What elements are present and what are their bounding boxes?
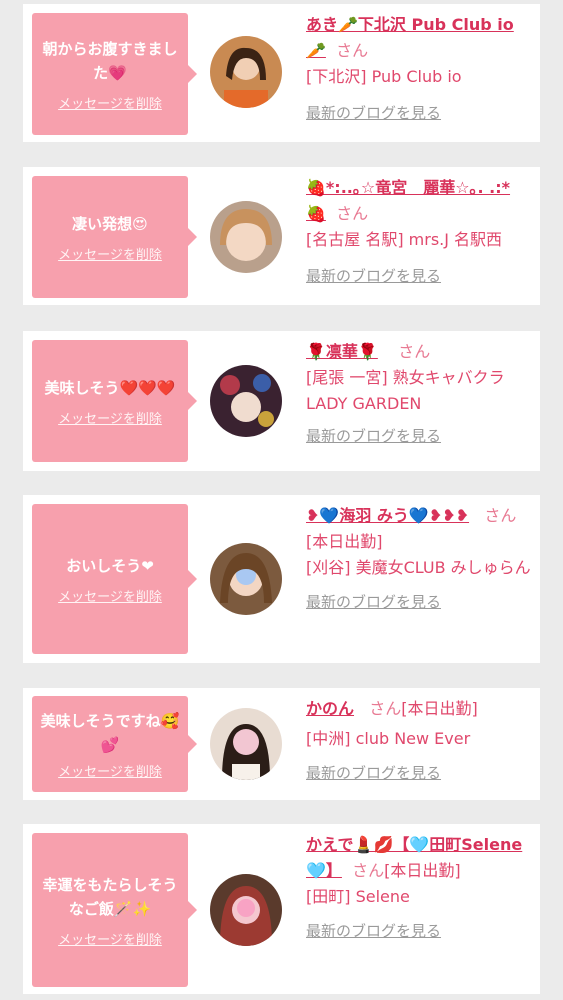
message-bubble: 美味しそうですね🥰💕 メッセージを削除 [32, 696, 197, 792]
message-bubble: 美味しそう❤️❤️❤️ メッセージを削除 [32, 340, 197, 462]
sender-info: あき🥕下北沢 Pub Club io🥕 さん [下北沢] Pub Club io… [306, 12, 532, 126]
delete-message-link[interactable]: メッセージを削除 [58, 244, 162, 263]
sender-info: ❥💙海羽 みう💙❥❥❥ さん[本日出勤] [刈谷] 美魔女CLUB みしゅらん … [306, 503, 532, 615]
message-text: 朝からお腹すきました💗 [42, 39, 178, 82]
message-bubble: 朝からお腹すきました💗 メッセージを削除 [32, 13, 197, 135]
status-badge: [本日出勤] [384, 861, 461, 880]
message-bubble: 凄い発想😍 メッセージを削除 [32, 176, 197, 298]
honorific: さん [336, 204, 369, 223]
message-card: 美味しそう❤️❤️❤️ メッセージを削除 🌹凛華🌹 さん [尾張 一宮] 熟女キ… [23, 331, 540, 471]
store-name: [中洲] club New Ever [306, 729, 471, 748]
store-name: [名古屋 名駅] mrs.J 名駅西 [306, 230, 503, 249]
honorific: さん [352, 861, 385, 880]
sender-info: 🌹凛華🌹 さん [尾張 一宮] 熟女キャバクラ LADY GARDEN 最新のブ… [306, 339, 532, 449]
delete-message-link[interactable]: メッセージを削除 [58, 761, 162, 780]
store-name: [下北沢] Pub Club io [306, 67, 462, 86]
delete-message-link[interactable]: メッセージを削除 [58, 408, 162, 427]
sender-name-link[interactable]: ❥💙海羽 みう💙❥❥❥ [306, 506, 469, 525]
message-card: 幸運をもたらしそうなご飯🪄✨ メッセージを削除 かえで💄💋【🩵田町Selene🩵… [23, 824, 540, 994]
message-text: 美味しそう❤️❤️❤️ [44, 378, 176, 397]
message-bubble: 幸運をもたらしそうなご飯🪄✨ メッセージを削除 [32, 833, 197, 987]
message-text: 美味しそうですね🥰💕 [40, 711, 180, 754]
delete-message-link[interactable]: メッセージを削除 [58, 929, 162, 948]
delete-message-link[interactable]: メッセージを削除 [58, 93, 162, 112]
message-card: 美味しそうですね🥰💕 メッセージを削除 かのん さん[本日出勤] [中洲] cl… [23, 688, 540, 800]
message-text: 凄い発想😍 [72, 214, 148, 233]
latest-blog-link[interactable]: 最新のブログを見る [306, 263, 532, 289]
status-badge: [本日出勤] [401, 699, 478, 718]
honorific: さん [484, 506, 517, 525]
latest-blog-link[interactable]: 最新のブログを見る [306, 760, 532, 786]
latest-blog-link[interactable]: 最新のブログを見る [306, 423, 532, 449]
status-badge: [本日出勤] [306, 532, 383, 551]
sender-name-link[interactable]: 🌹凛華🌹 [306, 342, 378, 361]
avatar[interactable] [210, 708, 282, 780]
sender-info: かのん さん[本日出勤] [中洲] club New Ever 最新のブログを見… [306, 696, 532, 786]
latest-blog-link[interactable]: 最新のブログを見る [306, 918, 532, 944]
avatar[interactable] [210, 365, 282, 437]
avatar[interactable] [210, 543, 282, 615]
latest-blog-link[interactable]: 最新のブログを見る [306, 589, 532, 615]
store-name: [刈谷] 美魔女CLUB みしゅらん [306, 558, 531, 577]
avatar[interactable] [210, 36, 282, 108]
store-name: [尾張 一宮] 熟女キャバクラ LADY GARDEN [306, 368, 505, 413]
honorific: さん [369, 699, 402, 718]
message-card: 凄い発想😍 メッセージを削除 🍓*:..｡☆竜宮 麗華☆｡. .:*🍓 さん [… [23, 167, 540, 305]
latest-blog-link[interactable]: 最新のブログを見る [306, 100, 532, 126]
avatar[interactable] [210, 874, 282, 946]
message-text: おいしそう❤ [66, 556, 154, 575]
store-name: [田町] Selene [306, 887, 410, 906]
honorific: さん [398, 342, 431, 361]
delete-message-link[interactable]: メッセージを削除 [58, 586, 162, 605]
message-list: 朝からお腹すきました💗 メッセージを削除 あき🥕下北沢 Pub Club io🥕… [0, 0, 563, 1000]
sender-info: 🍓*:..｡☆竜宮 麗華☆｡. .:*🍓 さん [名古屋 名駅] mrs.J 名… [306, 175, 532, 289]
message-text: 幸運をもたらしそうなご飯🪄✨ [42, 875, 178, 918]
honorific: さん [336, 41, 369, 60]
message-bubble: おいしそう❤ メッセージを削除 [32, 504, 197, 654]
message-card: 朝からお腹すきました💗 メッセージを削除 あき🥕下北沢 Pub Club io🥕… [23, 4, 540, 142]
sender-name-link[interactable]: かのん [306, 699, 354, 718]
sender-info: かえで💄💋【🩵田町Selene🩵】 さん[本日出勤] [田町] Selene 最… [306, 832, 532, 944]
message-card: おいしそう❤ メッセージを削除 ❥💙海羽 みう💙❥❥❥ さん [本日出勤] [刈谷… [23, 495, 540, 663]
avatar[interactable] [210, 201, 282, 273]
